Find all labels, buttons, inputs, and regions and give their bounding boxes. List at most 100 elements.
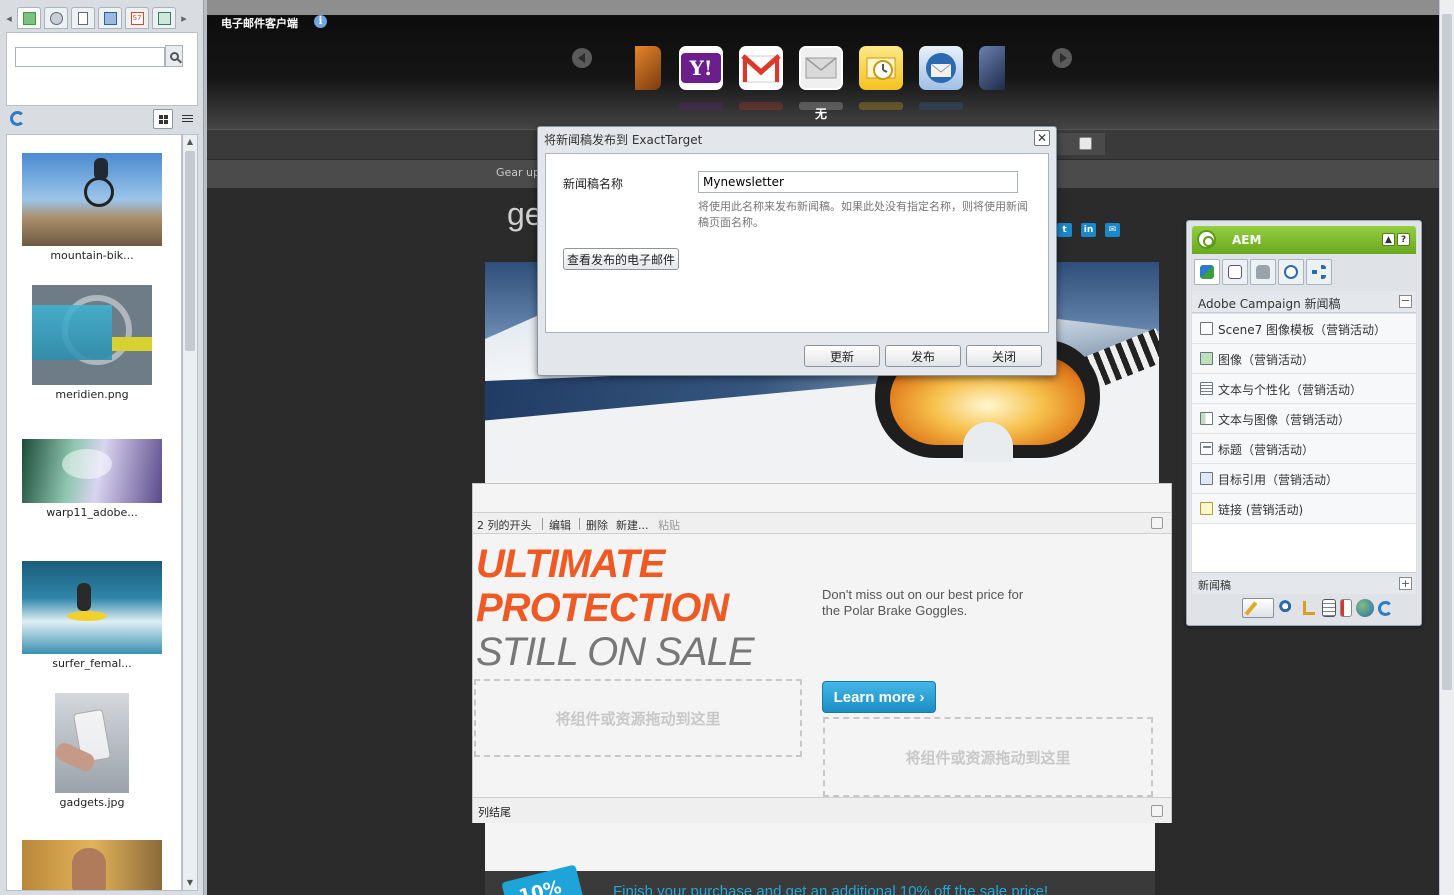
components-icon bbox=[1200, 265, 1214, 279]
scroll-up-icon[interactable]: ▲ bbox=[185, 137, 195, 147]
delete-button[interactable]: 删除 bbox=[586, 517, 608, 533]
promo-footer[interactable]: 10% Finish your purchase and get an addi… bbox=[485, 864, 1155, 895]
twitter-icon[interactable]: t bbox=[1057, 223, 1072, 237]
component-label: 目标引用（营销活动） bbox=[1218, 473, 1339, 487]
tab-images[interactable] bbox=[17, 7, 41, 29]
view-published-email-button[interactable]: 查看发布的电子邮件 bbox=[563, 248, 680, 270]
tab-documents[interactable] bbox=[71, 7, 95, 29]
scene7-icon bbox=[1200, 322, 1213, 335]
sidekick-header[interactable]: AEM ▲ ? bbox=[1192, 226, 1416, 254]
edit-mode-button[interactable] bbox=[1242, 598, 1274, 618]
component-image[interactable]: 图像（营销活动） bbox=[1192, 344, 1416, 374]
partial-left-client[interactable] bbox=[635, 46, 661, 90]
asset-item[interactable]: warp11_adobe... bbox=[7, 439, 177, 519]
asset-item[interactable]: surfer_femal... bbox=[7, 561, 177, 670]
asset-thumbnail[interactable] bbox=[32, 285, 152, 385]
linkedin-icon[interactable]: in bbox=[1081, 223, 1096, 237]
edit-button[interactable]: 编辑 bbox=[549, 517, 571, 533]
component-scene7-template[interactable]: Scene7 图像模板（营销活动） bbox=[1192, 314, 1416, 344]
yahoo-mail-client[interactable]: Y! bbox=[679, 46, 723, 90]
tab-page[interactable] bbox=[1222, 259, 1248, 285]
lock-icon bbox=[1256, 265, 1270, 279]
publish-button[interactable]: 发布 bbox=[885, 345, 961, 367]
page-scroll-thumb[interactable] bbox=[1442, 14, 1452, 690]
newsletter-group-header[interactable]: 新闻稿 + bbox=[1192, 572, 1416, 594]
column-end-label: 列结尾 bbox=[478, 806, 511, 819]
scroll-thumb[interactable] bbox=[185, 151, 195, 351]
column-end-checkbox[interactable] bbox=[1151, 805, 1163, 817]
tab-scene7[interactable]: S7 bbox=[125, 7, 149, 29]
component-group-header[interactable]: Adobe Campaign 新闻稿 − bbox=[1192, 291, 1416, 313]
search-area bbox=[6, 32, 198, 106]
new-button[interactable]: 新建... bbox=[616, 517, 649, 533]
thunderbird-client[interactable] bbox=[919, 46, 963, 90]
grid-view-button[interactable] bbox=[153, 109, 173, 129]
dialog-body: 新闻稿名称 将使用此名称来发布新闻稿。如果此处没有指定名称，则将使用新闻稿页面名… bbox=[545, 153, 1049, 333]
refresh-icon[interactable] bbox=[10, 111, 25, 126]
asset-item[interactable]: mountain-bik... bbox=[7, 153, 177, 262]
newsletter-name-input[interactable] bbox=[698, 171, 1018, 193]
component-link[interactable]: 链接 (营销活动) bbox=[1192, 494, 1416, 524]
scaffolding-icon[interactable] bbox=[1340, 599, 1352, 617]
tab-movies[interactable] bbox=[98, 7, 122, 29]
component-label: 图像（营销活动） bbox=[1218, 353, 1315, 367]
tabs-scroll-left-icon[interactable]: ◂ bbox=[4, 10, 14, 26]
component-text-image[interactable]: 文本与图像（营销活动） bbox=[1192, 404, 1416, 434]
design-mode-icon[interactable] bbox=[1300, 599, 1318, 617]
tab-information[interactable] bbox=[1250, 259, 1276, 285]
gmail-client[interactable] bbox=[739, 46, 783, 90]
tab-versioning[interactable] bbox=[1278, 259, 1304, 285]
outlook-client[interactable] bbox=[859, 46, 903, 90]
tab-products[interactable] bbox=[44, 7, 68, 29]
collapse-group-button[interactable]: − bbox=[1399, 295, 1412, 308]
scroll-down-icon[interactable]: ▼ bbox=[185, 878, 195, 888]
reload-icon[interactable] bbox=[1378, 600, 1393, 616]
paste-button[interactable]: 粘贴 bbox=[658, 517, 680, 533]
carousel-next-button[interactable] bbox=[1052, 48, 1072, 68]
search-input[interactable] bbox=[15, 47, 165, 67]
tab-pages[interactable] bbox=[152, 7, 176, 29]
asset-item[interactable]: meridien.png bbox=[7, 285, 177, 401]
email-share-icon[interactable]: ✉ bbox=[1105, 223, 1120, 237]
list-view-button[interactable] bbox=[177, 109, 197, 129]
asset-thumbnail[interactable] bbox=[22, 840, 162, 890]
link-icon bbox=[1200, 502, 1213, 515]
partial-right-client[interactable] bbox=[979, 46, 1005, 90]
page-scrollbar[interactable] bbox=[1439, 0, 1454, 895]
tab-workflow[interactable] bbox=[1306, 259, 1332, 285]
component-title[interactable]: 标题（营销活动） bbox=[1192, 434, 1416, 464]
carousel-prev-button[interactable] bbox=[572, 48, 592, 68]
column-paragraph[interactable]: 2 列的开头 编辑 删除 新建... 粘贴 ULTIMATE PROTECTIO… bbox=[472, 483, 1172, 823]
page-properties-icon[interactable] bbox=[1322, 599, 1336, 617]
paragraph-select-checkbox[interactable] bbox=[1151, 517, 1163, 529]
asset-item[interactable]: gadgets.jpg bbox=[7, 693, 177, 809]
search-button[interactable] bbox=[165, 45, 183, 67]
learn-more-button[interactable]: Learn more › bbox=[822, 681, 936, 713]
component-text-personalization[interactable]: 文本与个性化（营销活动） bbox=[1192, 374, 1416, 404]
client-reflection bbox=[919, 102, 963, 110]
tabs-scroll-right-icon[interactable]: ▸ bbox=[179, 10, 189, 26]
no-client[interactable] bbox=[799, 46, 843, 90]
expand-group-button[interactable]: + bbox=[1399, 577, 1412, 590]
promo-text[interactable]: Don't miss out on our best price for the… bbox=[822, 587, 1042, 619]
update-button[interactable]: 更新 bbox=[804, 345, 880, 367]
asset-list-scrollbar[interactable]: ▲ ▼ bbox=[182, 134, 198, 891]
asset-thumbnail[interactable] bbox=[22, 561, 162, 654]
dialog-close-button[interactable]: ✕ bbox=[1034, 130, 1050, 146]
component-target-reference[interactable]: 目标引用（营销活动） bbox=[1192, 464, 1416, 494]
sidekick-help-button[interactable]: ? bbox=[1397, 233, 1410, 246]
promo-headline[interactable]: ULTIMATE PROTECTION STILL ON SALE bbox=[476, 542, 755, 674]
asset-thumbnail[interactable] bbox=[22, 439, 162, 503]
left-column-dropzone[interactable]: 将组件或资源拖动到这里 bbox=[474, 679, 802, 757]
close-button[interactable]: 关闭 bbox=[966, 345, 1042, 367]
right-column-dropzone[interactable]: 将组件或资源拖动到这里 bbox=[823, 717, 1153, 797]
header-checkbox[interactable] bbox=[1079, 137, 1092, 150]
info-icon[interactable]: i bbox=[314, 15, 327, 28]
tab-components[interactable] bbox=[1194, 259, 1220, 285]
asset-thumbnail[interactable] bbox=[55, 693, 129, 793]
preview-icon[interactable] bbox=[1278, 599, 1296, 617]
globe-icon[interactable] bbox=[1356, 599, 1374, 617]
asset-item[interactable] bbox=[7, 840, 177, 890]
sidekick-minimize-button[interactable]: ▲ bbox=[1382, 233, 1395, 246]
asset-thumbnail[interactable] bbox=[22, 153, 162, 246]
